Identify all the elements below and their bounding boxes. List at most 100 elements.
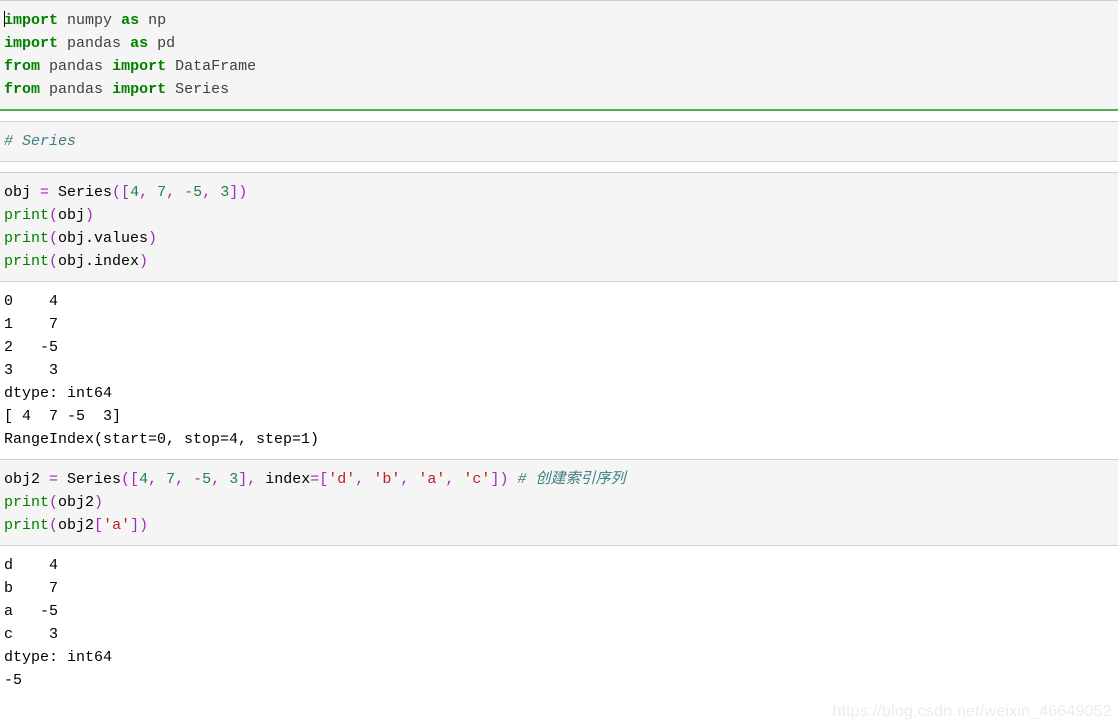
token-op: ]) bbox=[130, 517, 149, 534]
token-kw: from bbox=[4, 58, 41, 75]
token-op: ([ bbox=[121, 471, 140, 488]
token-plain: obj2 bbox=[4, 471, 50, 488]
output-line: dtype: int64 bbox=[4, 385, 113, 402]
output-line: -5 bbox=[4, 672, 23, 689]
token-op: - bbox=[193, 471, 203, 488]
token-comment: # 创建索引序列 bbox=[517, 471, 626, 488]
token-builtin: print bbox=[4, 207, 50, 224]
token-op: ]) bbox=[229, 184, 248, 201]
token-plain: obj.values bbox=[58, 230, 149, 247]
token-op: = bbox=[49, 471, 59, 488]
token-op: ( bbox=[49, 207, 59, 224]
token-op: ) bbox=[94, 494, 104, 511]
token-num: 5 bbox=[193, 184, 203, 201]
output-line: b 7 bbox=[4, 580, 59, 597]
code-line: from pandas import Series bbox=[4, 78, 1118, 101]
token-kw: import bbox=[112, 81, 167, 98]
token-plain: obj bbox=[58, 207, 86, 224]
token-str: 'c' bbox=[463, 471, 491, 488]
token-plain: Series bbox=[58, 471, 122, 488]
code-cell-2[interactable]: obj = Series([4, 7, -5, 3]) print(obj) pri… bbox=[0, 172, 1118, 282]
code-editor-2[interactable]: obj = Series([4, 7, -5, 3]) print(obj) pri… bbox=[0, 173, 1118, 281]
code-line: print(obj.index) bbox=[4, 250, 1118, 273]
token-op: , bbox=[400, 471, 410, 488]
code-line: from pandas import DataFrame bbox=[4, 55, 1118, 78]
token-num: 5 bbox=[202, 471, 212, 488]
token-plain: index bbox=[256, 471, 311, 488]
token-kw: import bbox=[4, 35, 59, 52]
code-line: obj2 = Series([4, 7, -5, 3], index=['d',… bbox=[4, 468, 1118, 491]
token-kw: from bbox=[4, 81, 41, 98]
code-editor-3[interactable]: obj2 = Series([4, 7, -5, 3], index=['d',… bbox=[0, 460, 1118, 545]
token-op: ) bbox=[85, 207, 95, 224]
token-plain: obj bbox=[4, 184, 41, 201]
token-builtin: print bbox=[4, 517, 50, 534]
token-op: , bbox=[139, 184, 149, 201]
code-line: print(obj.values) bbox=[4, 227, 1118, 250]
token-op: ], bbox=[238, 471, 257, 488]
output-line: 1 7 bbox=[4, 316, 59, 333]
token-op: ) bbox=[139, 253, 149, 270]
output-line: c 3 bbox=[4, 626, 59, 643]
token-plain: obj.index bbox=[58, 253, 140, 270]
token-op: ]) bbox=[490, 471, 509, 488]
token-comment: # Series bbox=[4, 133, 77, 150]
token-plain: obj2 bbox=[58, 494, 95, 511]
code-line: import pandas as pd bbox=[4, 32, 1118, 55]
token-name: pandas bbox=[49, 81, 104, 98]
token-num: 7 bbox=[157, 184, 167, 201]
token-num: 4 bbox=[139, 471, 149, 488]
cell-spacer bbox=[0, 111, 1118, 121]
code-cell-0[interactable]: import numpy as np import pandas as pd fro… bbox=[0, 0, 1118, 111]
code-editor-0[interactable]: import numpy as np import pandas as pd fro… bbox=[0, 1, 1118, 109]
token-builtin: print bbox=[4, 253, 50, 270]
token-op: , bbox=[211, 471, 221, 488]
code-line: print(obj2['a']) bbox=[4, 514, 1118, 537]
notebook-container: import numpy as np import pandas as pd fro… bbox=[0, 0, 1118, 700]
code-cell-3[interactable]: obj2 = Series([4, 7, -5, 3], index=['d',… bbox=[0, 459, 1118, 546]
token-str: 'd' bbox=[328, 471, 356, 488]
token-op: = bbox=[40, 184, 50, 201]
output-line: 3 3 bbox=[4, 362, 59, 379]
code-line: obj = Series([4, 7, -5, 3]) bbox=[4, 181, 1118, 204]
code-cell-1[interactable]: # Series bbox=[0, 121, 1118, 162]
cell-spacer bbox=[0, 162, 1118, 172]
code-line: import numpy as np bbox=[4, 9, 1118, 32]
token-num: 4 bbox=[130, 184, 140, 201]
token-op: =[ bbox=[310, 471, 329, 488]
token-kw: as bbox=[121, 12, 140, 29]
token-op: ( bbox=[49, 253, 59, 270]
token-kw: as bbox=[130, 35, 149, 52]
token-op: ( bbox=[49, 230, 59, 247]
output-area-3: d 4 b 7 a -5 c 3 dtype: int64 -5 bbox=[0, 546, 1118, 700]
token-op: ) bbox=[148, 230, 158, 247]
token-name: Series bbox=[175, 81, 230, 98]
token-name: pandas bbox=[49, 58, 104, 75]
code-editor-1[interactable]: # Series bbox=[0, 122, 1118, 161]
token-op: ([ bbox=[112, 184, 131, 201]
token-num: 7 bbox=[166, 471, 176, 488]
token-op: , bbox=[166, 184, 176, 201]
output-line: 0 4 bbox=[4, 293, 59, 310]
token-str: 'a' bbox=[103, 517, 131, 534]
token-op: [ bbox=[94, 517, 104, 534]
token-name: pd bbox=[157, 35, 176, 52]
token-op: , bbox=[175, 471, 185, 488]
token-plain: obj2 bbox=[58, 517, 95, 534]
code-line: print(obj2) bbox=[4, 491, 1118, 514]
token-str: 'a' bbox=[418, 471, 446, 488]
